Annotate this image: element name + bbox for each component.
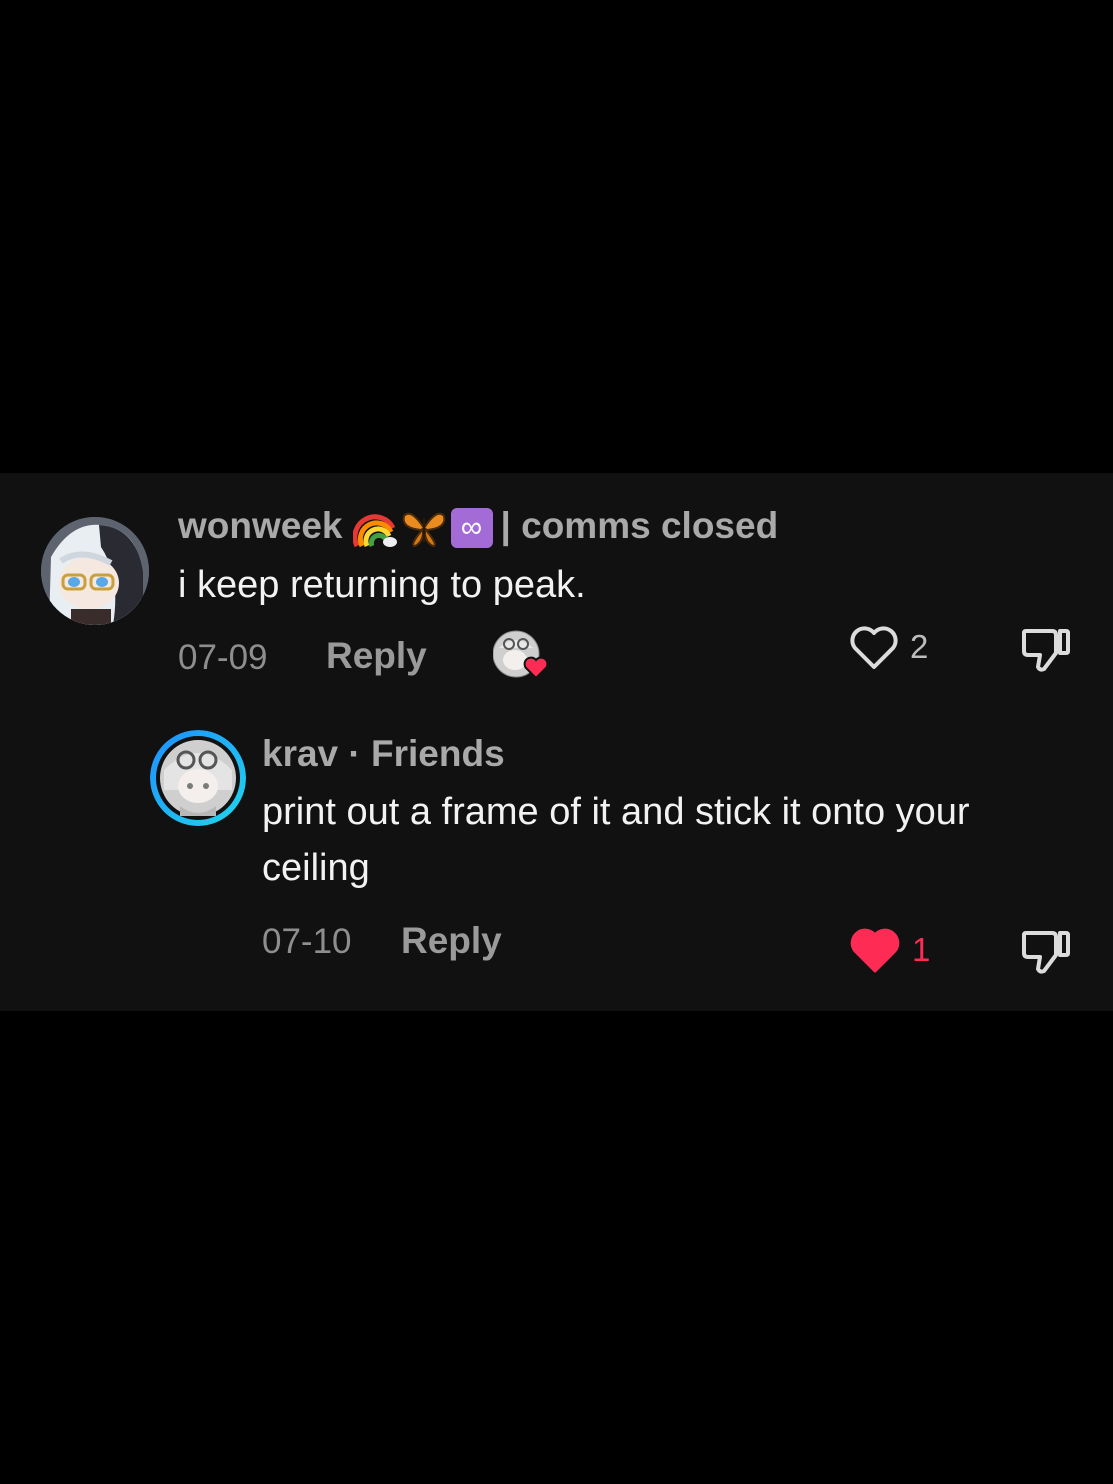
comment-1-date: 07-09: [178, 638, 268, 677]
comment-2-reply-button[interactable]: Reply: [401, 919, 502, 963]
thumbs-down-icon: [1022, 629, 1070, 672]
comment-1-text: i keep returning to peak.: [178, 564, 586, 606]
comment-1-username[interactable]: wonweek: [178, 505, 343, 546]
page: wonweek ∞ | comms closed i keep returning…: [0, 0, 1113, 1484]
heart-outline-icon: [850, 626, 898, 669]
comment-2-like-button[interactable]: 1: [848, 925, 930, 975]
butterfly-icon: [402, 512, 445, 548]
infinity-icon: ∞: [450, 508, 493, 549]
comment-1-dislike-button[interactable]: [1020, 623, 1072, 680]
creator-liked-badge: [492, 630, 549, 682]
comment-2-username[interactable]: krav: [262, 733, 338, 774]
comment-2-like-count: 1: [912, 931, 931, 968]
heart-filled-icon: [850, 928, 900, 973]
avatar-krav[interactable]: [150, 730, 246, 826]
comment-2-text: print out a frame of it and stick it ont…: [262, 791, 970, 889]
avatar-wonweek[interactable]: [41, 517, 149, 625]
comment-2-relation: Friends: [371, 733, 505, 774]
comments-panel: wonweek ∞ | comms closed i keep returning…: [0, 473, 1113, 1011]
creator-avatar-small-icon: [492, 630, 549, 680]
comment-1-badges: ∞: [352, 508, 493, 549]
comment-2-username-row: krav · Friends: [262, 732, 505, 776]
comment-2-separator: ·: [348, 733, 361, 774]
comment-1-like-count: 2: [910, 628, 929, 665]
comment-2-date: 07-10: [262, 922, 352, 961]
comment-1-reply-button[interactable]: Reply: [326, 634, 427, 678]
thumbs-down-icon: [1022, 931, 1070, 974]
comment-1-username-row: wonweek ∞ | comms closed: [178, 504, 779, 549]
comment-1-like-button[interactable]: 2: [848, 623, 928, 671]
heart-small-icon: [523, 656, 549, 680]
comment-1-username-suffix: | comms closed: [500, 505, 779, 546]
comment-2-dislike-button[interactable]: [1020, 925, 1072, 982]
rainbow-icon: [352, 514, 397, 548]
